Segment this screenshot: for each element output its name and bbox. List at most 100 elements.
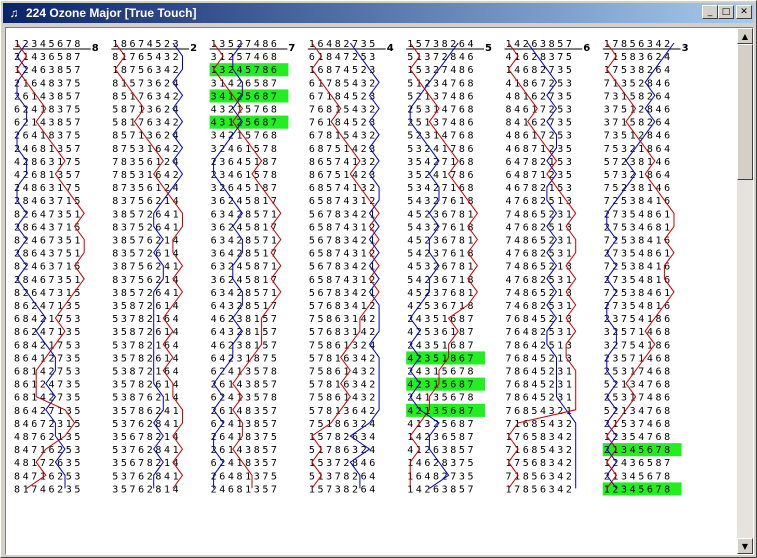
lead-end-label: 7: [288, 43, 295, 54]
row-text: 65874312: [309, 249, 378, 260]
row-text: 53782164: [112, 314, 181, 325]
lead-end-label: 3: [682, 43, 689, 54]
row-text: 27534681: [604, 222, 673, 233]
row-text: 27354816: [604, 275, 673, 286]
method-column-3: 1352748631257468132457863142658734125687…: [209, 39, 295, 495]
row-text: 68751423: [309, 144, 378, 155]
row-text: 28643715: [14, 222, 83, 233]
row-text: 45236781: [407, 209, 476, 220]
row-text: 73512846: [604, 131, 673, 142]
app-window: ♫ 224 Ozone Major [True Touch] _ □ ✕ 123…: [0, 0, 757, 558]
row-text: 14263857: [506, 39, 575, 50]
row-text: 24315678: [407, 367, 476, 378]
row-text: 86124735: [14, 380, 83, 391]
row-text: 84617253: [506, 105, 575, 116]
row-text: 37158264: [604, 118, 673, 129]
arrow-down-icon[interactable]: ▼: [737, 538, 753, 554]
row-text: 21537468: [604, 419, 673, 430]
row-text: 35678214: [112, 432, 181, 443]
row-text: 23571468: [604, 353, 673, 364]
maximize-button[interactable]: □: [718, 5, 734, 19]
row-text: 54236718: [407, 275, 476, 286]
row-text: 48762135: [14, 432, 83, 443]
row-text: 65874312: [309, 275, 378, 286]
row-text: 64328517: [211, 301, 280, 312]
row-text: 41325687: [407, 419, 476, 430]
row-text: 36428517: [211, 249, 280, 260]
row-text: 26418375: [211, 432, 280, 443]
row-text: 86247135: [14, 327, 83, 338]
method-column-5: 1573826451372846153274865123476852137486…: [406, 39, 492, 495]
method-column-1: 1234567821436587124638572164837526143857…: [13, 39, 99, 495]
row-text: 53762841: [112, 419, 181, 430]
arrow-up-icon[interactable]: ▲: [737, 28, 753, 44]
row-text: 68421753: [14, 314, 83, 325]
row-text: 34125687: [211, 91, 280, 102]
row-text: 56783421: [309, 262, 378, 273]
row-text: 86751423: [309, 170, 378, 181]
row-text: 64328157: [211, 327, 280, 338]
row-text: 13245786: [211, 65, 280, 76]
row-text: 24863175: [14, 183, 83, 194]
row-text: 18674523: [112, 39, 181, 50]
row-text: 46238157: [211, 340, 280, 351]
vertical-scrollbar[interactable]: ▲ ▼: [737, 28, 753, 554]
row-text: 74865231: [506, 236, 575, 247]
row-text: 87531642: [112, 144, 181, 155]
row-text: 56783421: [309, 209, 378, 220]
row-text: 45326781: [407, 262, 476, 273]
row-text: 65874312: [309, 222, 378, 233]
row-text: 76845231: [506, 380, 575, 391]
row-text: 38572641: [112, 209, 181, 220]
row-text: 76184523: [309, 118, 378, 129]
row-text: 25314768: [407, 105, 476, 116]
row-text: 32461578: [211, 144, 280, 155]
row-text: 24351687: [407, 314, 476, 325]
row-text: 73158264: [604, 91, 673, 102]
row-text: 75861432: [309, 367, 378, 378]
row-text: 27354861: [604, 209, 673, 220]
row-text: 43215768: [211, 105, 280, 116]
title-bar[interactable]: ♫ 224 Ozone Major [True Touch] _ □ ✕: [3, 3, 754, 23]
row-text: 68142753: [14, 367, 83, 378]
lead-end-label: 5: [485, 43, 492, 54]
row-text: 58176342: [112, 118, 181, 129]
row-text: 15782634: [309, 432, 378, 443]
row-text: 76845213: [506, 314, 575, 325]
row-text: 86247135: [14, 301, 83, 312]
row-text: 13527486: [211, 39, 280, 50]
row-text: 27354861: [604, 249, 673, 260]
row-text: 17538264: [604, 65, 673, 76]
row-text: 15738264: [309, 484, 378, 495]
row-text: 57321864: [604, 170, 673, 181]
row-text: 46871235: [506, 144, 575, 155]
row-text: 35762814: [112, 484, 181, 495]
minimize-button[interactable]: _: [702, 5, 718, 19]
row-text: 78356124: [112, 157, 181, 168]
row-text: 64871235: [506, 170, 575, 181]
row-text: 68574132: [309, 183, 378, 194]
row-text: 23645187: [211, 157, 280, 168]
row-text: 17568342: [506, 458, 575, 469]
row-text: 48162735: [506, 91, 575, 102]
row-text: 46782153: [506, 183, 575, 194]
row-text: 26481375: [211, 471, 280, 482]
row-text: 37512846: [604, 105, 673, 116]
row-text: 78531642: [112, 170, 181, 181]
scroll-thumb[interactable]: [737, 44, 753, 180]
row-text: 15327486: [407, 65, 476, 76]
method-column-4: 1648273561847253168745236178543267184523…: [307, 39, 394, 495]
row-text: 56783421: [309, 288, 378, 299]
row-text: 57813642: [309, 406, 378, 417]
row-text: 75238146: [604, 183, 673, 194]
row-text: 12345678: [14, 39, 83, 50]
row-text: 57816342: [309, 353, 378, 364]
method-column-7: 1785634271583624175382647135284673158264…: [602, 39, 689, 496]
row-text: 57238146: [604, 157, 673, 168]
row-text: 74865213: [506, 288, 575, 299]
row-text: 75861432: [309, 393, 378, 404]
close-button[interactable]: ✕: [736, 5, 752, 19]
row-text: 47682513: [506, 222, 575, 233]
row-text: 53876214: [112, 393, 181, 404]
row-text: 86427135: [14, 406, 83, 417]
